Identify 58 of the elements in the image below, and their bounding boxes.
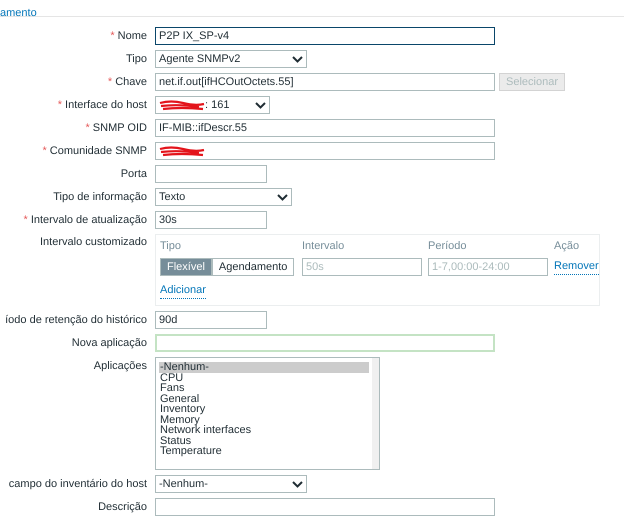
field-label: Descrição xyxy=(98,500,147,515)
column-header: Tipo xyxy=(160,239,181,254)
field-label: Tipo xyxy=(126,52,147,67)
field-label: Tipo de informação xyxy=(53,190,147,205)
list-option[interactable]: Status xyxy=(159,436,369,446)
input-field[interactable]: IF-MIB::ifDescr.55 xyxy=(155,119,495,137)
remove-link[interactable]: Remover xyxy=(554,258,599,276)
input-field[interactable] xyxy=(155,165,267,183)
period-input[interactable]: 1-7,00:00-24:00 xyxy=(428,258,548,276)
dropdown[interactable]: Agente SNMPv2 xyxy=(155,50,307,68)
field-label: Intervalo customizado xyxy=(40,234,147,250)
list-option[interactable]: CPU xyxy=(159,372,369,383)
field-label: Chave xyxy=(115,74,147,90)
field-label: Aplicações xyxy=(94,358,147,374)
list-option[interactable]: Fans xyxy=(159,383,369,394)
dropdown[interactable]: -Nenhum- xyxy=(155,475,307,493)
list-option[interactable]: Network interfaces xyxy=(159,425,369,436)
field-label: campo do inventário do host xyxy=(8,476,147,492)
required-asterisk: * xyxy=(42,144,47,159)
field-label: SNMP OID xyxy=(92,120,147,136)
list-option[interactable]: Memory xyxy=(159,414,369,425)
required-asterisk: * xyxy=(86,120,90,136)
required-asterisk: * xyxy=(24,212,28,228)
list-option[interactable]: Temperature xyxy=(159,446,369,456)
chevron-down-icon xyxy=(292,480,303,488)
required-asterisk: * xyxy=(108,74,112,90)
list-option[interactable]: -Nenhum- xyxy=(159,362,369,372)
interval-input[interactable]: 50s xyxy=(302,258,422,276)
text-area[interactable] xyxy=(155,498,495,516)
field-label: Nome xyxy=(118,28,147,44)
required-asterisk: * xyxy=(58,98,62,113)
required-asterisk: * xyxy=(110,28,115,44)
input-field[interactable] xyxy=(155,142,495,160)
field-label: íodo de retenção do histórico xyxy=(5,312,147,328)
input-field[interactable]: P2P IX_SP-v4 xyxy=(155,27,495,45)
field-label: Intervalo de atualização xyxy=(30,212,147,228)
chevron-down-icon xyxy=(277,194,288,200)
field-label: Comunidade SNMP xyxy=(50,144,147,159)
input-field[interactable]: 90d xyxy=(155,311,267,329)
column-header: Período xyxy=(428,239,467,254)
list-option[interactable]: General xyxy=(159,394,369,404)
field-label: Porta xyxy=(120,166,147,182)
column-header: Ação xyxy=(554,239,580,254)
field-label: Interface do host xyxy=(65,98,147,113)
breadcrumb-link[interactable]: amento xyxy=(0,7,37,19)
listbox[interactable]: -Nenhum- CPU Fans General Inventory Memory Network interfaces Status Temperature xyxy=(155,357,380,470)
dropdown[interactable]: Texto xyxy=(155,188,292,206)
input-field[interactable]: net.if.out[ifHCOutOctets.55] xyxy=(155,73,495,91)
mode-toggle[interactable]: Agendamento xyxy=(212,258,294,276)
chevron-down-icon xyxy=(255,102,266,108)
input-field[interactable] xyxy=(155,334,495,352)
field-label: Nova aplicação xyxy=(72,336,147,351)
add-link[interactable]: Adicionar xyxy=(160,282,206,299)
list-option[interactable]: Inventory xyxy=(159,404,369,414)
chevron-down-icon xyxy=(292,56,303,62)
dropdown[interactable]: : 161 xyxy=(155,96,270,114)
column-header: Intervalo xyxy=(302,239,344,254)
input-field[interactable]: 30s xyxy=(155,211,267,229)
